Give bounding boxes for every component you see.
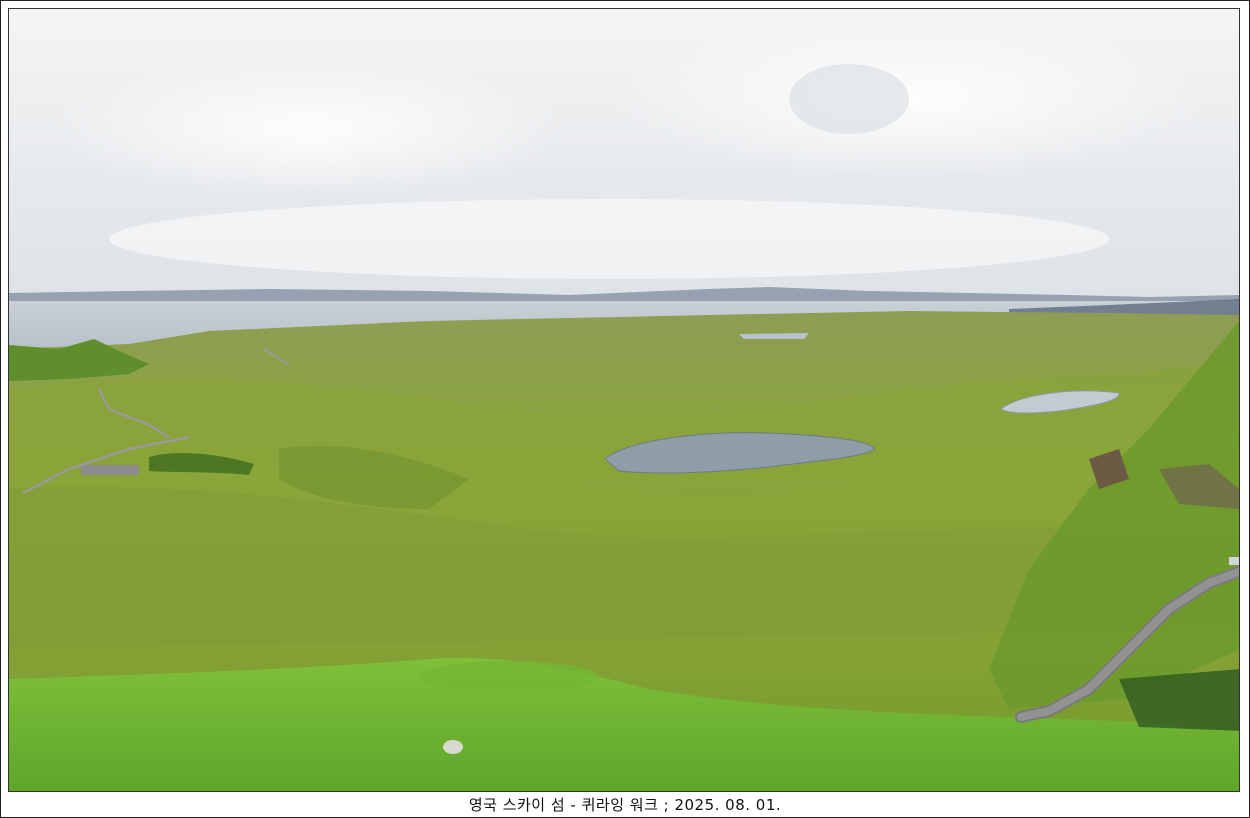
landscape-photo xyxy=(8,8,1240,792)
landscape-scene xyxy=(9,9,1239,791)
lake-distant xyxy=(739,333,809,339)
heather-patch xyxy=(1119,669,1239,731)
cloud xyxy=(49,59,569,199)
photo-caption: 영국 스카이 섬 - 퀴라잉 워크 ; 2025. 08. 01. xyxy=(468,796,782,814)
cloud xyxy=(789,64,909,134)
cloud xyxy=(109,199,1109,279)
farm-plot xyxy=(81,465,139,475)
grass-mound xyxy=(419,661,599,693)
car xyxy=(1229,557,1239,565)
stone xyxy=(443,740,463,754)
